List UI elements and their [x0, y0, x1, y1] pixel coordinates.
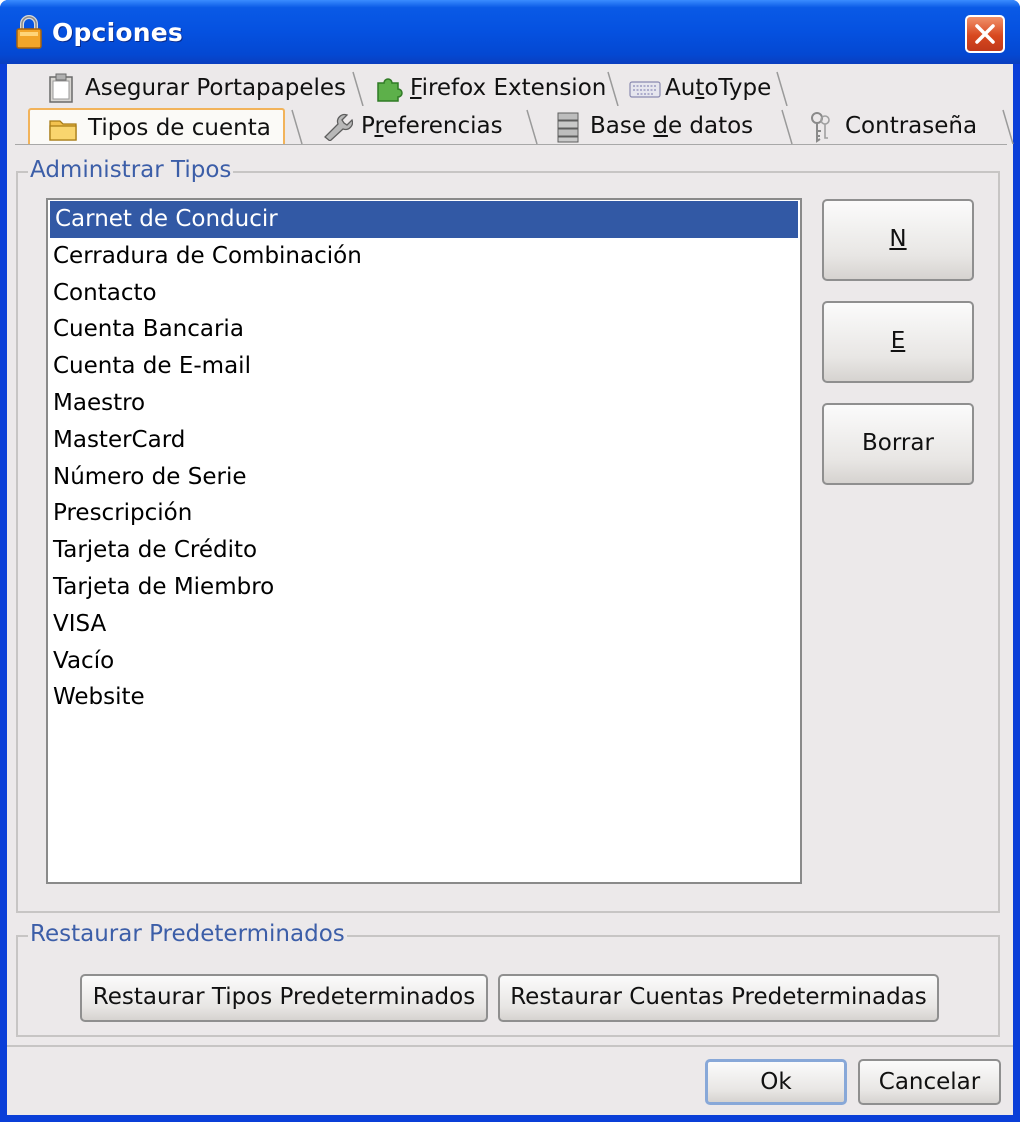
- ok-button[interactable]: Ok: [705, 1059, 847, 1105]
- tab-label: Tipos de cuenta: [88, 115, 271, 141]
- title-bar[interactable]: Opciones: [0, 0, 1020, 64]
- tab-autotype[interactable]: AutoType: [619, 70, 788, 106]
- list-item[interactable]: VISA: [48, 606, 800, 643]
- restore-types-button[interactable]: Restaurar Tipos Predeterminados: [80, 974, 488, 1022]
- delete-button[interactable]: Borrar: [822, 403, 974, 485]
- close-button[interactable]: [965, 15, 1005, 53]
- list-item[interactable]: Carnet de Conducir: [50, 201, 798, 238]
- tab-firefox-extension[interactable]: Firefox Extension: [364, 70, 619, 106]
- list-item[interactable]: Website: [48, 679, 800, 716]
- tab-contrasena[interactable]: Contraseña: [797, 108, 1014, 144]
- list-item[interactable]: Número de Serie: [48, 459, 800, 496]
- folder-icon: [48, 113, 77, 143]
- list-item[interactable]: Tarjeta de Crédito: [48, 532, 800, 569]
- new-type-button[interactable]: Nuevo Tipo: [822, 199, 974, 328]
- group-title: Restaurar Predeterminados: [28, 921, 347, 947]
- tab-label: Asegurar Portapapeles: [85, 75, 347, 101]
- dialog-content: Asegurar Portapapeles Firefox Extension …: [7, 64, 1014, 1115]
- list-item[interactable]: Contacto: [48, 275, 800, 312]
- list-item[interactable]: Maestro: [48, 385, 800, 422]
- list-item[interactable]: Vacío: [48, 643, 800, 680]
- puzzle-icon: [374, 73, 403, 103]
- window-title: Opciones: [52, 18, 183, 47]
- cancel-button[interactable]: Cancelar: [858, 1059, 1001, 1105]
- list-item[interactable]: Cuenta Bancaria: [48, 311, 800, 348]
- account-types-list[interactable]: Carnet de Conducir Cerradura de Combinaci…: [46, 198, 802, 884]
- restore-defaults-group: Restaurar Predeterminados Restaurar Tipo…: [16, 921, 1000, 1037]
- padlock-icon: [14, 14, 44, 50]
- database-icon: [554, 111, 582, 143]
- list-item[interactable]: MasterCard: [48, 422, 800, 459]
- list-item[interactable]: Tarjeta de Miembro: [48, 569, 800, 606]
- tab-label: Firefox Extension: [410, 75, 607, 101]
- manage-types-group: Administrar Tipos Carnet de Conducir Cerr…: [16, 157, 1000, 913]
- wrench-icon: [321, 111, 354, 142]
- list-item[interactable]: Cerradura de Combinación: [48, 238, 800, 275]
- tab-base-de-datos[interactable]: Base de datos: [544, 108, 793, 144]
- keys-icon: [807, 111, 835, 143]
- tab-asegurar-portapapeles[interactable]: Asegurar Portapapeles: [37, 70, 364, 106]
- tab-label: AutoType: [665, 75, 772, 101]
- list-item[interactable]: Cuenta de E-mail: [48, 348, 800, 385]
- list-item[interactable]: Prescripción: [48, 495, 800, 532]
- tab-label: Preferencias: [361, 113, 503, 139]
- tab-label: Contraseña: [845, 113, 978, 139]
- tab-preferencias[interactable]: Preferencias: [311, 108, 538, 144]
- tab-label: Base de datos: [590, 113, 754, 139]
- clipboard-icon: [47, 73, 75, 103]
- close-icon: [975, 24, 995, 44]
- restore-accounts-button[interactable]: Restaurar Cuentas Predeterminadas: [498, 974, 939, 1022]
- keyboard-icon: [629, 73, 661, 103]
- edit-button[interactable]: Editar: [822, 301, 974, 430]
- options-dialog: Opciones Asegurar Portapapeles Firefox E…: [0, 0, 1020, 1122]
- group-title: Administrar Tipos: [28, 157, 234, 183]
- tab-tipos-de-cuenta[interactable]: Tipos de cuenta: [28, 108, 285, 144]
- footer-separator: [7, 1045, 1013, 1047]
- tab-divider: [291, 109, 303, 144]
